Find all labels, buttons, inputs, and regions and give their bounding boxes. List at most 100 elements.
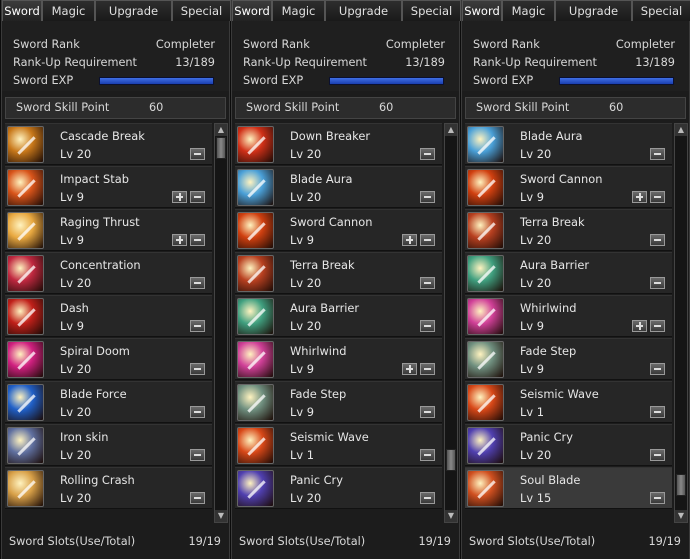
level-down-button[interactable] bbox=[650, 234, 665, 246]
skill-item[interactable]: Blade Force Lv 20 bbox=[5, 381, 212, 423]
skill-item[interactable]: Iron skin Lv 20 bbox=[5, 424, 212, 466]
tab-upgrade[interactable]: Upgrade bbox=[95, 0, 172, 21]
level-down-button[interactable] bbox=[190, 148, 205, 160]
down-breaker-icon[interactable] bbox=[237, 126, 274, 163]
tab-upgrade[interactable]: Upgrade bbox=[325, 0, 402, 21]
scrollbar[interactable]: ▲ ▼ bbox=[214, 123, 228, 523]
level-down-button[interactable] bbox=[190, 492, 205, 504]
scrollbar[interactable]: ▲ ▼ bbox=[444, 123, 458, 523]
level-up-button[interactable] bbox=[172, 191, 187, 203]
raging-thrust-icon[interactable] bbox=[7, 212, 44, 249]
skill-item[interactable]: Sword Cannon Lv 9 bbox=[465, 166, 672, 208]
level-down-button[interactable] bbox=[650, 363, 665, 375]
skill-item[interactable]: Cascade Break Lv 20 bbox=[5, 123, 212, 165]
tab-sword[interactable]: Sword bbox=[462, 0, 502, 21]
level-down-button[interactable] bbox=[190, 449, 205, 461]
skill-item[interactable]: Aura Barrier Lv 20 bbox=[235, 295, 442, 337]
skill-item[interactable]: Fade Step Lv 9 bbox=[465, 338, 672, 380]
tab-sword[interactable]: Sword bbox=[232, 0, 272, 21]
sword-cannon-icon[interactable] bbox=[467, 169, 504, 206]
skill-item[interactable]: Panic Cry Lv 20 bbox=[235, 467, 442, 509]
level-down-button[interactable] bbox=[650, 191, 665, 203]
scroll-thumb[interactable] bbox=[676, 474, 686, 496]
level-down-button[interactable] bbox=[190, 191, 205, 203]
level-down-button[interactable] bbox=[650, 148, 665, 160]
tab-special[interactable]: Special bbox=[632, 0, 690, 21]
terra-break-icon[interactable] bbox=[467, 212, 504, 249]
concentration-icon[interactable] bbox=[7, 255, 44, 292]
rolling-crash-icon[interactable] bbox=[7, 470, 44, 507]
seismic-wave-icon[interactable] bbox=[467, 384, 504, 421]
scroll-up-arrow-icon[interactable]: ▲ bbox=[675, 124, 687, 136]
skill-item[interactable]: Whirlwind Lv 9 bbox=[235, 338, 442, 380]
level-down-button[interactable] bbox=[420, 148, 435, 160]
skill-item[interactable]: Down Breaker Lv 20 bbox=[235, 123, 442, 165]
level-down-button[interactable] bbox=[650, 406, 665, 418]
level-down-button[interactable] bbox=[650, 277, 665, 289]
cascade-break-icon[interactable] bbox=[7, 126, 44, 163]
level-down-button[interactable] bbox=[420, 320, 435, 332]
skill-item[interactable]: Spiral Doom Lv 20 bbox=[5, 338, 212, 380]
seismic-wave-icon[interactable] bbox=[237, 427, 274, 464]
whirlwind-icon[interactable] bbox=[467, 298, 504, 335]
level-down-button[interactable] bbox=[420, 449, 435, 461]
tab-magic[interactable]: Magic bbox=[502, 0, 555, 21]
panic-cry-icon[interactable] bbox=[467, 427, 504, 464]
level-down-button[interactable] bbox=[190, 363, 205, 375]
sword-cannon-icon[interactable] bbox=[237, 212, 274, 249]
aura-barrier-icon[interactable] bbox=[467, 255, 504, 292]
level-down-button[interactable] bbox=[650, 320, 665, 332]
skill-item[interactable]: Blade Aura Lv 20 bbox=[465, 123, 672, 165]
fade-step-icon[interactable] bbox=[237, 384, 274, 421]
skill-item[interactable]: Concentration Lv 20 bbox=[5, 252, 212, 294]
scrollbar[interactable]: ▲ ▼ bbox=[674, 123, 688, 523]
scroll-down-arrow-icon[interactable]: ▼ bbox=[445, 510, 457, 522]
whirlwind-icon[interactable] bbox=[237, 341, 274, 378]
scroll-up-arrow-icon[interactable]: ▲ bbox=[215, 124, 227, 136]
spiral-doom-icon[interactable] bbox=[7, 341, 44, 378]
aura-barrier-icon[interactable] bbox=[237, 298, 274, 335]
iron-skin-icon[interactable] bbox=[7, 427, 44, 464]
skill-item[interactable]: Aura Barrier Lv 20 bbox=[465, 252, 672, 294]
tab-magic[interactable]: Magic bbox=[42, 0, 95, 21]
level-down-button[interactable] bbox=[190, 320, 205, 332]
skill-item[interactable]: Raging Thrust Lv 9 bbox=[5, 209, 212, 251]
level-up-button[interactable] bbox=[402, 363, 417, 375]
level-down-button[interactable] bbox=[650, 449, 665, 461]
skill-item[interactable]: Soul Blade Lv 15 bbox=[465, 467, 672, 509]
tab-upgrade[interactable]: Upgrade bbox=[555, 0, 632, 21]
level-down-button[interactable] bbox=[420, 191, 435, 203]
skill-item[interactable]: Terra Break Lv 20 bbox=[465, 209, 672, 251]
terra-break-icon[interactable] bbox=[237, 255, 274, 292]
skill-item[interactable]: Whirlwind Lv 9 bbox=[465, 295, 672, 337]
level-down-button[interactable] bbox=[420, 363, 435, 375]
panic-cry-icon[interactable] bbox=[237, 470, 274, 507]
blade-aura-icon[interactable] bbox=[467, 126, 504, 163]
skill-item[interactable]: Impact Stab Lv 9 bbox=[5, 166, 212, 208]
soul-blade-icon[interactable] bbox=[467, 470, 504, 507]
scroll-thumb[interactable] bbox=[216, 137, 226, 159]
level-down-button[interactable] bbox=[650, 492, 665, 504]
level-up-button[interactable] bbox=[402, 234, 417, 246]
scroll-down-arrow-icon[interactable]: ▼ bbox=[215, 510, 227, 522]
skill-item[interactable]: Panic Cry Lv 20 bbox=[465, 424, 672, 466]
fade-step-icon[interactable] bbox=[467, 341, 504, 378]
level-up-button[interactable] bbox=[172, 234, 187, 246]
skill-item[interactable]: Fade Step Lv 9 bbox=[235, 381, 442, 423]
level-up-button[interactable] bbox=[632, 191, 647, 203]
skill-item[interactable]: Dash Lv 9 bbox=[5, 295, 212, 337]
level-down-button[interactable] bbox=[420, 277, 435, 289]
impact-stab-icon[interactable] bbox=[7, 169, 44, 206]
skill-item[interactable]: Sword Cannon Lv 9 bbox=[235, 209, 442, 251]
blade-force-icon[interactable] bbox=[7, 384, 44, 421]
scroll-down-arrow-icon[interactable]: ▼ bbox=[675, 510, 687, 522]
dash-icon[interactable] bbox=[7, 298, 44, 335]
level-down-button[interactable] bbox=[190, 234, 205, 246]
tab-magic[interactable]: Magic bbox=[272, 0, 325, 21]
scroll-up-arrow-icon[interactable]: ▲ bbox=[445, 124, 457, 136]
skill-item[interactable]: Seismic Wave Lv 1 bbox=[465, 381, 672, 423]
level-down-button[interactable] bbox=[420, 492, 435, 504]
skill-item[interactable]: Terra Break Lv 20 bbox=[235, 252, 442, 294]
level-down-button[interactable] bbox=[420, 406, 435, 418]
level-up-button[interactable] bbox=[632, 320, 647, 332]
